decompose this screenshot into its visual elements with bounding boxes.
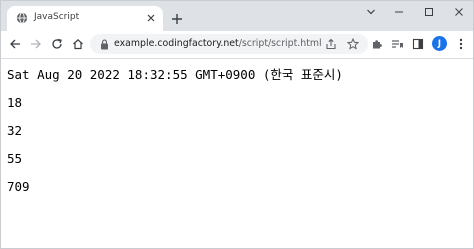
back-arrow-icon[interactable] xyxy=(7,36,23,52)
reading-list-icon[interactable] xyxy=(389,36,405,52)
url-host: example.codingfactory.net xyxy=(114,38,239,49)
forward-arrow-icon[interactable] xyxy=(28,36,44,52)
tab-title: JavaScript xyxy=(34,12,80,22)
side-panel-icon[interactable] xyxy=(410,36,426,52)
url-text: example.codingfactory.net/script/script.… xyxy=(114,38,322,49)
close-window-icon[interactable] xyxy=(449,4,469,20)
url-path: /script/script.html xyxy=(238,38,322,49)
profile-avatar[interactable]: J xyxy=(432,36,447,51)
address-bar[interactable]: example.codingfactory.net/script/script.… xyxy=(90,34,368,54)
home-icon[interactable] xyxy=(70,36,86,52)
maximize-icon[interactable] xyxy=(419,4,439,20)
output-minutes-line: 32 xyxy=(7,123,23,138)
share-icon[interactable] xyxy=(324,37,338,51)
close-tab-icon[interactable] xyxy=(145,12,157,24)
tab-javascript[interactable]: JavaScript xyxy=(7,6,163,31)
output-date-line: Sat Aug 20 2022 18:32:55 GMT+0900 (한국 표준… xyxy=(7,67,343,82)
extensions-puzzle-icon[interactable] xyxy=(369,36,385,52)
globe-icon xyxy=(16,12,28,24)
reload-icon[interactable] xyxy=(49,36,65,52)
output-hours-line: 18 xyxy=(7,95,23,110)
new-tab-icon[interactable] xyxy=(170,12,184,26)
tab-bar: JavaScript xyxy=(1,1,473,31)
lock-icon[interactable] xyxy=(99,38,109,50)
more-menu-icon[interactable] xyxy=(453,36,469,52)
tab-search-chevron-icon[interactable] xyxy=(361,4,381,20)
page-content: Sat Aug 20 2022 18:32:55 GMT+0900 (한국 표준… xyxy=(1,59,473,248)
toolbar: example.codingfactory.net/script/script.… xyxy=(1,31,473,59)
minimize-icon[interactable] xyxy=(389,4,409,20)
output-seconds-line: 55 xyxy=(7,151,23,166)
bookmark-star-icon[interactable] xyxy=(346,37,360,51)
output-milliseconds-line: 709 xyxy=(7,179,30,194)
browser-window: JavaScript example.codingfactory.net/scr… xyxy=(0,0,474,249)
